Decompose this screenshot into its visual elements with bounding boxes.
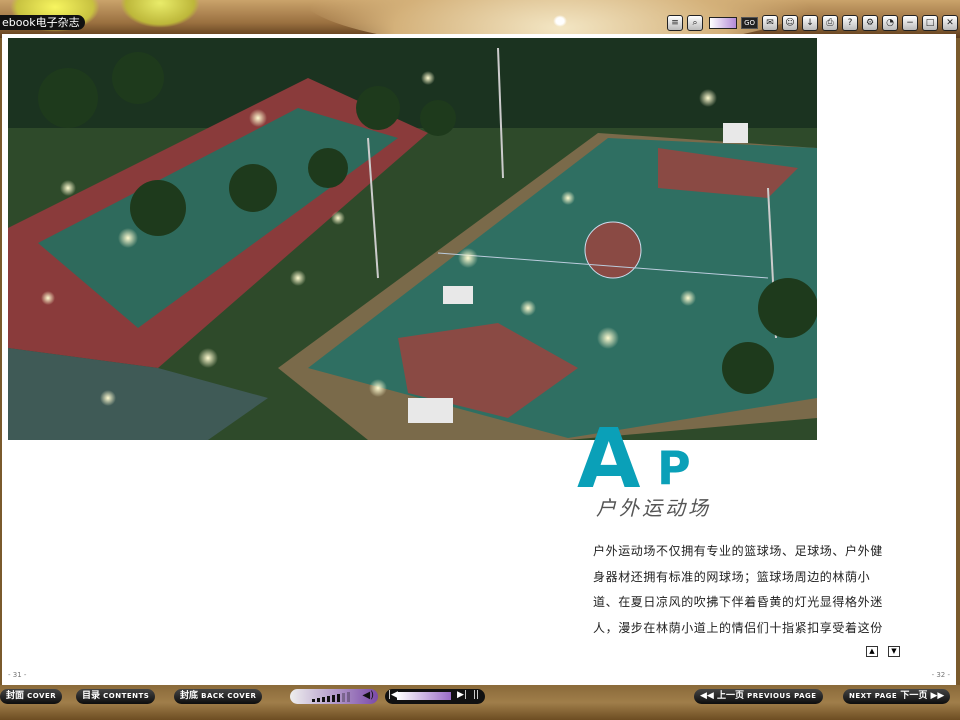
volume-bar xyxy=(332,695,335,702)
volume-bar xyxy=(317,698,320,702)
contents-label-en: CONTENTS xyxy=(103,692,150,700)
music-player: |◀ ▶| || xyxy=(385,689,485,704)
article-line: 身器材还拥有标准的网球场；篮球场周边的林荫小 xyxy=(593,569,871,584)
scroll-down-icon[interactable]: ▼ xyxy=(888,646,900,657)
minimize-icon[interactable]: − xyxy=(902,15,918,31)
scroll-up-icon[interactable]: ▲ xyxy=(866,646,878,657)
prev-label-cn: 上一页 xyxy=(716,691,744,701)
volume-control[interactable]: ◀) xyxy=(290,689,378,704)
next-label-en: NEXT PAGE xyxy=(849,692,898,700)
chat-icon[interactable]: ✉ xyxy=(762,15,778,31)
top-bar: ebook电子杂志 ≡ ⌕ GO ✉ ☺ ↓ ⎙ ? ⚙ ◔ − □ ✕ xyxy=(0,0,960,38)
volume-bar xyxy=(347,692,350,702)
download-icon[interactable]: ↓ xyxy=(802,15,818,31)
contents-button[interactable]: 目录 CONTENTS xyxy=(76,689,156,704)
player-play-icon[interactable]: ▶| xyxy=(457,690,467,700)
toolbar: ≡ ⌕ GO ✉ ☺ ↓ ⎙ ? ⚙ ◔ − □ ✕ xyxy=(667,15,958,31)
article-body: 户外运动场不仅拥有专业的篮球场、足球场、户外健 身器材还拥有标准的网球场；篮球场… xyxy=(593,539,899,641)
page-number-right: - 32 - xyxy=(931,671,950,679)
cover-label-cn: 封面 xyxy=(6,691,25,701)
bottom-bar: 封面 COVER 目录 CONTENTS 封底 BACK COVER ◀) |◀… xyxy=(0,685,960,720)
article-line: 户外运动场不仅拥有专业的篮球场、足球场、户外健 xyxy=(593,544,883,558)
back-cover-label-cn: 封底 xyxy=(180,691,199,701)
go-button[interactable]: GO xyxy=(741,17,758,29)
help-icon[interactable]: ? xyxy=(842,15,858,31)
article-line: 道、在夏日凉风的吹拂下伴着昏黄的灯光显得格外迷 xyxy=(593,595,883,609)
app-title: ebook电子杂志 xyxy=(0,15,85,30)
volume-bar xyxy=(327,696,330,702)
volume-bars xyxy=(312,692,350,702)
volume-bar xyxy=(337,694,340,702)
next-arrow-icon: ▶▶ xyxy=(930,691,945,701)
next-page-button[interactable]: NEXT PAGE 下一页 ▶▶ xyxy=(843,689,951,704)
maximize-icon[interactable]: □ xyxy=(922,15,938,31)
previous-page-button[interactable]: ◀◀ 上一页 PREVIOUS PAGE xyxy=(694,689,823,704)
article-title: 户外运动场 xyxy=(596,496,711,520)
sports-field-photo xyxy=(8,38,817,440)
person-icon[interactable]: ☺ xyxy=(782,15,798,31)
decor-light xyxy=(553,15,567,27)
prev-label-en: PREVIOUS PAGE xyxy=(747,692,817,700)
ap-logo-p: P xyxy=(657,441,691,495)
prev-arrow-icon: ◀◀ xyxy=(700,691,714,701)
back-cover-label-en: BACK COVER xyxy=(201,692,257,700)
ap-logo-a: A xyxy=(577,412,641,507)
contents-label-cn: 目录 xyxy=(82,691,101,701)
player-pause-icon[interactable]: || xyxy=(473,690,479,700)
volume-bar xyxy=(322,697,325,702)
list-icon[interactable]: ≡ xyxy=(667,15,684,31)
search-icon[interactable]: ⌕ xyxy=(687,15,704,31)
clock-icon[interactable]: ◔ xyxy=(882,15,898,31)
back-cover-button[interactable]: 封底 BACK COVER xyxy=(174,689,263,704)
settings-icon[interactable]: ⚙ xyxy=(862,15,878,31)
player-progress[interactable] xyxy=(397,692,451,700)
article-line: 人，漫步在林荫小道上的情侣们十指紧扣享受着这份 xyxy=(593,620,883,635)
speaker-icon[interactable]: ◀) xyxy=(362,690,374,701)
volume-bar xyxy=(342,693,345,702)
print-icon[interactable]: ⎙ xyxy=(822,15,838,31)
magazine-page: A P 户外运动场 户外运动场不仅拥有专业的篮球场、足球场、户外健 身器材还拥有… xyxy=(2,34,956,685)
next-label-cn: 下一页 xyxy=(900,691,928,701)
decor-glow xyxy=(120,0,200,28)
text-scroll-controls: ▲ ▼ xyxy=(866,646,900,657)
volume-bar xyxy=(312,699,315,702)
cover-label-en: COVER xyxy=(27,692,57,700)
cover-button[interactable]: 封面 COVER xyxy=(0,689,63,704)
page-number-left: - 31 - xyxy=(8,671,27,679)
page-input[interactable] xyxy=(709,17,738,29)
close-icon[interactable]: ✕ xyxy=(942,15,958,31)
